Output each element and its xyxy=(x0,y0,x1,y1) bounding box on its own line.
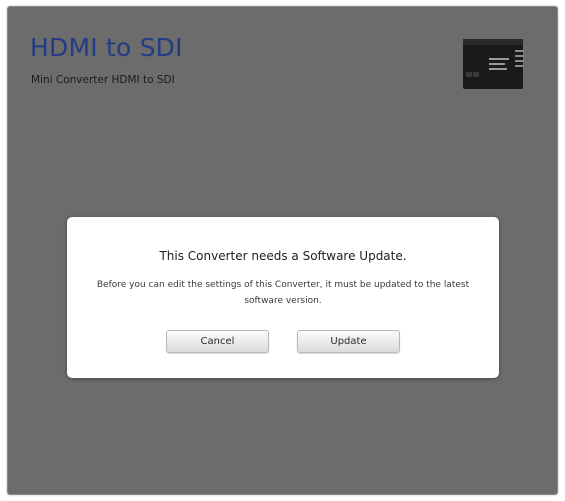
dialog-heading: This Converter needs a Software Update. xyxy=(159,249,407,263)
converter-setup-window: HDMI to SDI Mini Converter HDMI to SDI T… xyxy=(7,6,558,495)
device-subtitle: Mini Converter HDMI to SDI xyxy=(31,74,175,86)
cancel-button[interactable]: Cancel xyxy=(166,330,269,353)
device-icon xyxy=(463,39,524,89)
mini-converter-device-image xyxy=(463,36,525,92)
dialog-message: Before you can edit the settings of this… xyxy=(96,280,470,306)
software-update-dialog: This Converter needs a Software Update. … xyxy=(67,217,499,378)
update-button[interactable]: Update xyxy=(297,330,400,353)
page-title: HDMI to SDI xyxy=(30,33,183,62)
